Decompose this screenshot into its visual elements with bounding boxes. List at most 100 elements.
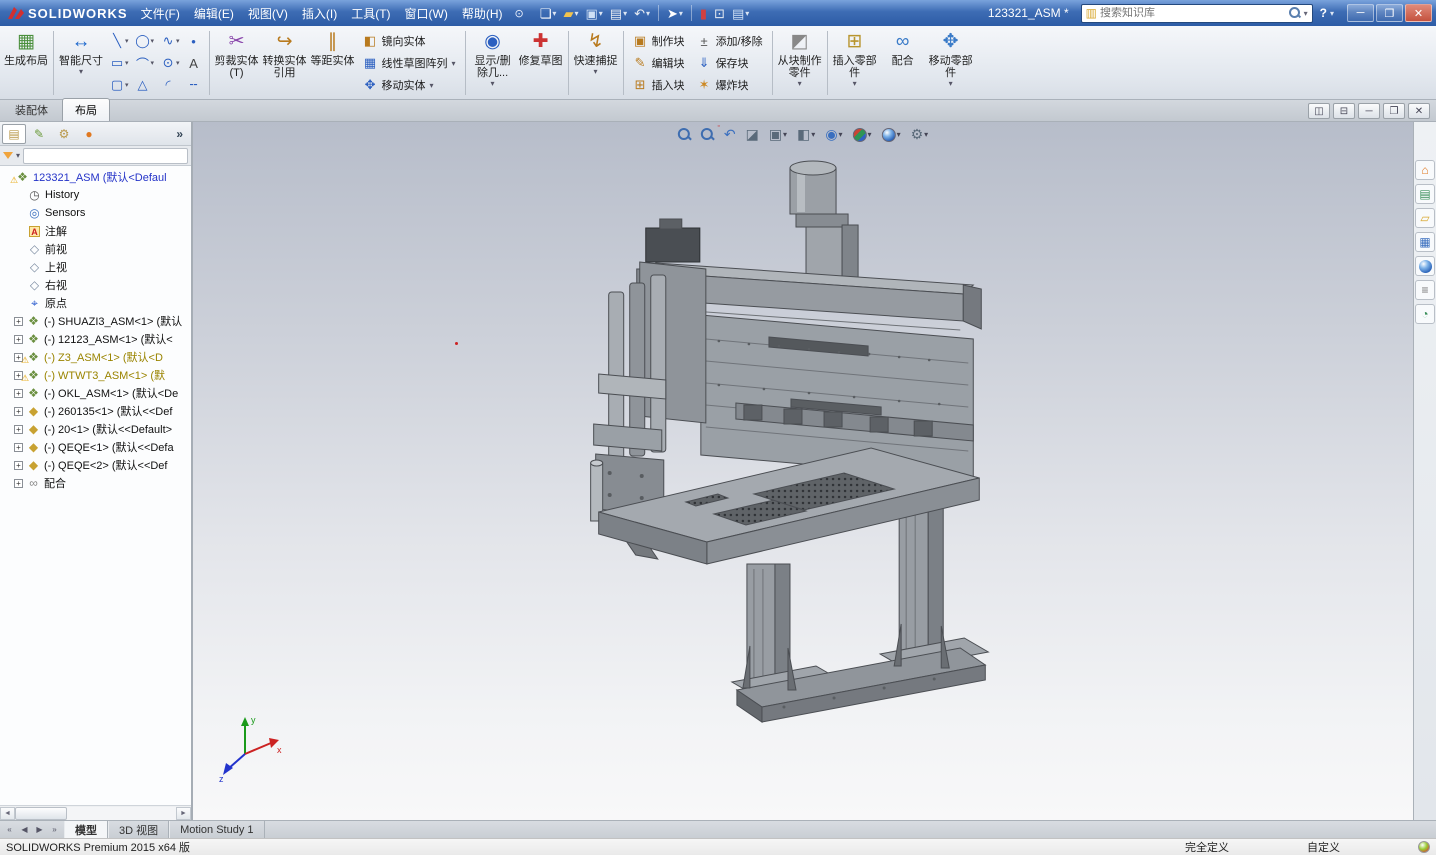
apply-scene-button[interactable]: ▾ xyxy=(880,127,903,143)
insert-block-button[interactable]: ⊞插入块 xyxy=(630,75,688,95)
tree-item-right-plane[interactable]: ◇右视 xyxy=(0,276,191,294)
display-delete-relations-button[interactable]: ◉显示/删除几...▾ xyxy=(469,28,517,98)
tree-item-qeqe-2[interactable]: +◆(-) QEQE<2> (默认<<Def xyxy=(0,456,191,474)
add-remove-button[interactable]: ±添加/移除 xyxy=(694,31,766,51)
close-button[interactable]: ✕ xyxy=(1405,4,1432,22)
filter-dropdown-icon[interactable]: ▾ xyxy=(16,151,20,160)
tab-scroll-button-0[interactable]: « xyxy=(3,825,16,834)
rebuild-button[interactable]: ▮ xyxy=(697,5,710,22)
tree-item-260135[interactable]: +◆(-) 260135<1> (默认<<Def xyxy=(0,402,191,420)
expand-icon[interactable]: + xyxy=(14,461,23,470)
expand-icon[interactable]: + xyxy=(14,407,23,416)
tree-item-okl-asm[interactable]: +❖(-) OKL_ASM<1> (默认<De xyxy=(0,384,191,402)
knowledge-search-input[interactable] xyxy=(1100,7,1286,19)
tree-item-sensors[interactable]: ◎Sensors xyxy=(0,204,191,222)
viewport-panes-button[interactable]: ⊟ xyxy=(1333,103,1355,119)
tree-item-shuazi3-asm[interactable]: +❖(-) SHUAZI3_ASM<1> (默认 xyxy=(0,312,191,330)
offset-entities-button[interactable]: ∥等距实体 xyxy=(309,28,357,98)
print-button[interactable]: ▤▾ xyxy=(607,5,630,22)
quick-snaps-button[interactable]: ↯快速捕捉▾ xyxy=(572,28,620,98)
configurationmanager-tab[interactable]: ⚙ xyxy=(52,124,76,144)
create-layout-button[interactable]: ▦生成布局 xyxy=(2,28,50,98)
featuremanager-tab[interactable]: ▤ xyxy=(2,124,26,144)
trim-entities-button[interactable]: ✂剪裁实体(T) xyxy=(213,28,261,98)
tree-item-20[interactable]: +◆(-) 20<1> (默认<<Default> xyxy=(0,420,191,438)
panel-expand-icon[interactable]: » xyxy=(170,127,189,141)
tree-item-z3-asm[interactable]: +❖⚠(-) Z3_ASM<1> (默认<D xyxy=(0,348,191,366)
section-view-button[interactable]: ◪ xyxy=(744,125,761,144)
options-button[interactable]: ▤▾ xyxy=(729,5,752,22)
scrollbar-thumb[interactable] xyxy=(15,807,67,820)
scroll-left-icon[interactable]: ◄ xyxy=(0,807,15,820)
expand-icon[interactable]: + xyxy=(14,425,23,434)
edit-block-button[interactable]: ✎编辑块 xyxy=(630,53,688,73)
expand-icon[interactable]: + xyxy=(14,389,23,398)
custom-properties-button[interactable]: ≡ xyxy=(1415,280,1435,300)
move-entities-button[interactable]: ✥移动实体▾ xyxy=(360,75,459,95)
model-3d[interactable] xyxy=(193,122,1413,820)
tree-item-annotations[interactable]: A注解 xyxy=(0,222,191,240)
select-button[interactable]: ➤▾ xyxy=(664,5,686,22)
file-explorer-button[interactable]: ▱ xyxy=(1415,208,1435,228)
edit-appearance-button[interactable]: ▾ xyxy=(851,127,874,143)
filter-icon[interactable] xyxy=(3,152,13,159)
filter-input[interactable] xyxy=(23,148,188,164)
tree-item-12123-asm[interactable]: +❖(-) 12123_ASM<1> (默认< xyxy=(0,330,191,348)
tree-horizontal-scrollbar[interactable]: ◄ ► xyxy=(0,805,191,820)
undo-button[interactable]: ↶▾ xyxy=(631,5,653,22)
tab-scroll-button-2[interactable]: ▶ xyxy=(33,825,46,834)
linear-sketch-pattern-button[interactable]: ▦线性草图阵列▾ xyxy=(360,53,459,73)
doc-restore-button[interactable]: ❐ xyxy=(1383,103,1405,119)
insert-components-button[interactable]: ⊞插入零部件▾ xyxy=(831,28,879,98)
tree-item-root-assembly[interactable]: ❖⚠123321_ASM (默认<Defaul xyxy=(0,168,191,186)
menu-view[interactable]: 视图(V) xyxy=(241,1,295,26)
solidworks-resources-button[interactable]: ⌂ xyxy=(1415,160,1435,180)
tab-assembly[interactable]: 装配体 xyxy=(2,98,61,121)
save-block-button[interactable]: ⇓保存块 xyxy=(694,53,766,73)
slot-button[interactable]: ▢▾ xyxy=(107,74,131,96)
menu-edit[interactable]: 编辑(E) xyxy=(187,1,241,26)
make-block-button[interactable]: ▣制作块 xyxy=(630,31,688,51)
menu-window[interactable]: 窗口(W) xyxy=(398,1,455,26)
expand-icon[interactable]: + xyxy=(14,335,23,344)
expand-icon[interactable]: + xyxy=(14,479,23,488)
menu-insert[interactable]: 插入(I) xyxy=(295,1,344,26)
spline-button[interactable]: ∿▾ xyxy=(158,30,182,52)
design-library-button[interactable]: ▤ xyxy=(1415,184,1435,204)
arc-button[interactable]: ⌒▾ xyxy=(133,52,157,74)
displaymanager-tab[interactable]: ● xyxy=(77,124,101,144)
tree-item-front-plane[interactable]: ◇前视 xyxy=(0,240,191,258)
tree-item-qeqe-1[interactable]: +◆(-) QEQE<1> (默认<<Defa xyxy=(0,438,191,456)
scroll-right-icon[interactable]: ► xyxy=(176,807,191,820)
propertymanager-tab[interactable]: ✎ xyxy=(27,124,51,144)
expand-icon[interactable]: + xyxy=(14,317,23,326)
file-properties-button[interactable]: ⊡ xyxy=(711,5,728,22)
ellipse-button[interactable]: ⊙▾ xyxy=(158,52,182,74)
menu-tools[interactable]: 工具(T) xyxy=(344,1,397,26)
explode-block-button[interactable]: ✶爆炸块 xyxy=(694,75,766,95)
view-orientation-button[interactable]: ▣▾ xyxy=(767,125,789,144)
tree-item-mates[interactable]: +∞配合 xyxy=(0,474,191,492)
tab-scroll-button-1[interactable]: ◀ xyxy=(18,825,31,834)
tree-item-wtwt3-asm[interactable]: +❖⚠(-) WTWT3_ASM<1> (默 xyxy=(0,366,191,384)
graphics-viewport[interactable]: ▫↶◪▣▾◧▾◉▾▾▾⚙▾ xyxy=(193,122,1413,820)
zoom-fit-button[interactable] xyxy=(676,127,693,142)
save-button[interactable]: ▣▾ xyxy=(582,5,605,22)
forum-button[interactable]: ◔ xyxy=(1415,304,1435,324)
view-settings-button[interactable]: ⚙▾ xyxy=(909,125,931,144)
maximize-button[interactable]: ❐ xyxy=(1376,4,1403,22)
circle-button[interactable]: ◯▾ xyxy=(133,30,157,52)
appearances-scenes-button[interactable] xyxy=(1415,256,1435,276)
minimize-button[interactable]: ─ xyxy=(1347,4,1374,22)
tab-model[interactable]: 模型 xyxy=(64,821,108,838)
move-component-button[interactable]: ✥移动零部件▾ xyxy=(927,28,975,98)
doc-close-button[interactable]: ✕ xyxy=(1408,103,1430,119)
tab-layout[interactable]: 布局 xyxy=(62,98,110,121)
new-button[interactable]: ❏▾ xyxy=(537,5,560,22)
smart-dimension-button[interactable]: ↔智能尺寸▾ xyxy=(57,28,105,98)
mate-button[interactable]: ∞配合 xyxy=(879,28,927,98)
mirror-entities-button[interactable]: ◧镜向实体 xyxy=(360,31,459,51)
repair-sketch-button[interactable]: ✚修复草图 xyxy=(517,28,565,98)
point-button[interactable]: • xyxy=(184,30,204,52)
doc-minimize-button[interactable]: ─ xyxy=(1358,103,1380,119)
